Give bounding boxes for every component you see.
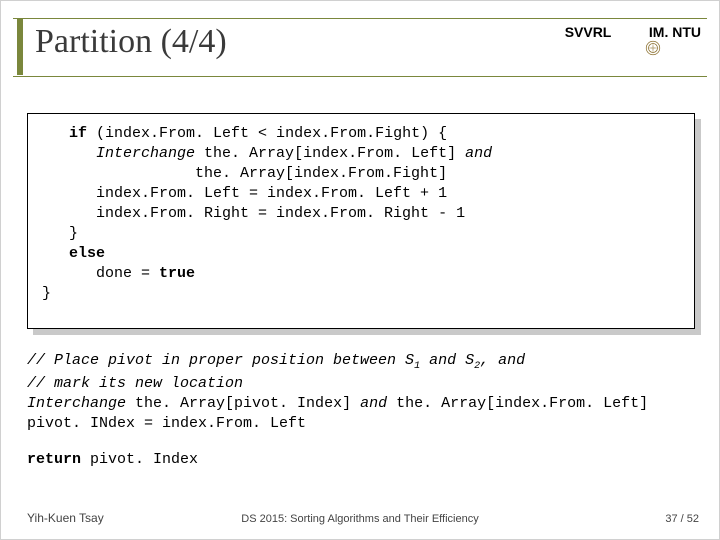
code-line-8: done = true [42,265,195,282]
code-box: if (index.From. Left < index.From.Fight)… [27,113,695,329]
code-line-6: } [42,225,78,242]
code-line-2: Interchange the. Array[index.From. Left]… [42,145,492,162]
code-box-panel: if (index.From. Left < index.From.Fight)… [27,113,695,329]
title-rule-bottom [13,76,707,77]
comment-line-2: // mark its new location [27,375,243,392]
footer-course: DS 2015: Sorting Algorithms and Their Ef… [1,513,719,525]
brand: SVVRL IM. NTU [565,23,701,41]
code-line-4: index.From. Left = index.From. Left + 1 [42,185,447,202]
page-title: Partition (4/4) [35,23,227,61]
code-line-1: if (index.From. Left < index.From.Fight)… [42,125,447,142]
brand-right: IM. NTU [645,24,701,40]
slide: Partition (4/4) SVVRL IM. NTU if (index.… [0,0,720,540]
title-rule-top [13,18,707,19]
accent-bar [17,19,23,75]
footer-pager: 37 / 52 [665,513,699,525]
code-line-5: index.From. Right = index.From. Right - … [42,205,465,222]
footer: Yih-Kuen Tsay DS 2015: Sorting Algorithm… [1,507,719,525]
code-line-3: the. Array[index.From.Fight] [42,165,447,182]
code-line-9: } [42,285,51,302]
code-line-7: else [42,245,105,262]
brand-left: SVVRL [565,24,615,40]
code-below-2: pivot. INdex = index.From. Left [27,415,306,432]
return-line: return pivot. Index [27,451,198,468]
institution-logo-icon [621,23,639,41]
code-below-1: Interchange the. Array[pivot. Index] and… [27,395,648,412]
comment-line-1: // Place pivot in proper position betwee… [27,352,525,369]
below-code: // Place pivot in proper position betwee… [27,351,648,434]
